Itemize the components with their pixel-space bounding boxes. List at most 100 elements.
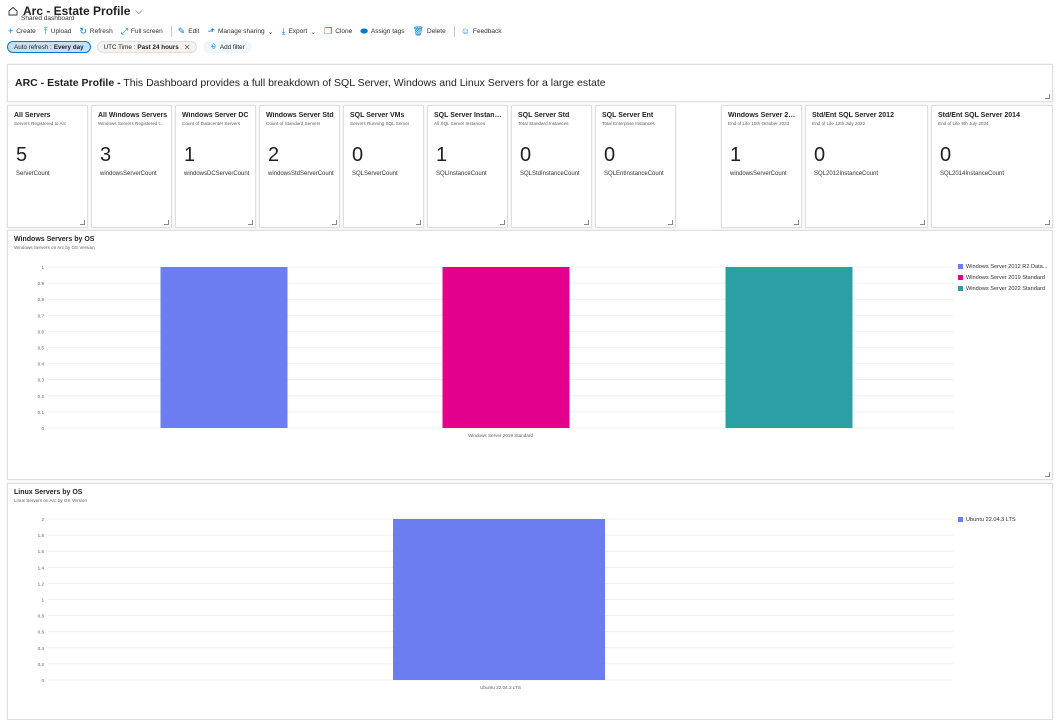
assign-tags-label: Assign tags bbox=[370, 28, 405, 35]
stat-subtitle: Windows Servers Registered t... bbox=[98, 121, 164, 126]
stat-tile[interactable]: Windows Server Std Count of Standard Serv… bbox=[259, 105, 340, 228]
legend-item[interactable]: Windows Server 2012 R2 Data... bbox=[958, 261, 1047, 272]
time-range-value: Past 24 hours bbox=[137, 43, 179, 51]
create-label: Create bbox=[16, 28, 36, 35]
plus-icon: + bbox=[8, 26, 14, 36]
legend-label: Ubuntu 22.04.3 LTS bbox=[966, 516, 1016, 523]
resize-handle[interactable] bbox=[332, 220, 337, 225]
bar[interactable] bbox=[160, 267, 288, 428]
assign-tags-button[interactable]: ⬬ Assign tags bbox=[360, 27, 404, 36]
stat-label: SQL2012InstanceCount bbox=[814, 171, 879, 177]
bar[interactable] bbox=[393, 519, 605, 680]
chevron-down-icon[interactable]: ⌵ bbox=[135, 6, 142, 17]
y-tick-label: 2 bbox=[41, 517, 44, 522]
chart-legend: Windows Server 2012 R2 Data... Windows Se… bbox=[958, 261, 1047, 294]
y-tick-label: 0.2 bbox=[38, 394, 45, 399]
stat-tile[interactable]: Windows Server DC Count of Datacenter Ser… bbox=[175, 105, 256, 228]
auto-refresh-pill[interactable]: Auto refresh : Every day bbox=[7, 41, 91, 53]
export-button[interactable]: ⤓ Export ⌄ bbox=[281, 27, 316, 36]
linux-servers-chart-tile: Linux Servers by OS Linux Servers on Arc… bbox=[7, 483, 1053, 720]
y-tick-label: 1.6 bbox=[38, 549, 45, 554]
resize-handle[interactable] bbox=[1045, 94, 1050, 99]
resize-handle[interactable] bbox=[500, 220, 505, 225]
resize-handle[interactable] bbox=[668, 220, 673, 225]
time-range-pill[interactable]: UTC Time : Past 24 hours ✕ bbox=[96, 41, 198, 53]
page-subtitle: Shared dashboard bbox=[21, 15, 75, 22]
stat-title: All Windows Servers bbox=[98, 112, 168, 119]
chevron-down-icon: ⌄ bbox=[267, 28, 274, 36]
resize-handle[interactable] bbox=[248, 220, 253, 225]
resize-handle[interactable] bbox=[920, 220, 925, 225]
markdown-text: ARC - Estate Profile - This Dashboard pr… bbox=[15, 77, 606, 89]
upload-label: Upload bbox=[50, 28, 72, 35]
stat-tile[interactable]: All Servers Servers Registered to Arc 5 Ser… bbox=[7, 105, 88, 228]
stat-tile[interactable]: Std/Ent SQL Server 2012 End of Life 12th … bbox=[805, 105, 928, 228]
clone-button[interactable]: ❐ Clone bbox=[324, 27, 352, 36]
y-tick-label: 1.4 bbox=[38, 565, 45, 570]
create-button[interactable]: + Create bbox=[8, 27, 36, 36]
stat-tile[interactable]: SQL Server VMs Servers Running SQL Server… bbox=[343, 105, 424, 228]
refresh-button[interactable]: ↻ Refresh bbox=[79, 27, 112, 36]
legend-item[interactable]: Windows Server 2019 Standard bbox=[958, 272, 1047, 283]
upload-button[interactable]: ⤒ Upload bbox=[44, 27, 72, 36]
stat-title: SQL Server Instances bbox=[434, 112, 505, 119]
resize-handle[interactable] bbox=[1045, 220, 1050, 225]
legend-item[interactable]: Ubuntu 22.04.3 LTS bbox=[958, 514, 1016, 525]
chevron-down-icon: ⌄ bbox=[310, 28, 317, 36]
filter-bar: Auto refresh : Every day UTC Time : Past… bbox=[7, 41, 252, 53]
y-tick-label: 0.1 bbox=[38, 410, 45, 415]
close-icon[interactable]: ✕ bbox=[184, 43, 191, 52]
stat-subtitle: Servers Running SQL Server bbox=[350, 121, 410, 126]
stat-tile[interactable]: Std/Ent SQL Server 2014 End of Life 9th J… bbox=[931, 105, 1053, 228]
trash-icon: 🗑 bbox=[412, 26, 424, 36]
feedback-button[interactable]: ☺ Feedback bbox=[461, 27, 502, 36]
stat-label: windowsServerCount bbox=[730, 171, 787, 177]
legend-item[interactable]: Windows Server 2022 Standard bbox=[958, 283, 1047, 294]
stat-title: SQL Server Ent bbox=[602, 112, 654, 119]
export-label: Export bbox=[288, 28, 308, 35]
delete-button[interactable]: 🗑 Delete bbox=[412, 27, 445, 36]
resize-handle[interactable] bbox=[584, 220, 589, 225]
resize-handle[interactable] bbox=[80, 220, 85, 225]
bar[interactable] bbox=[442, 267, 570, 428]
legend-label: Windows Server 2012 R2 Data... bbox=[966, 263, 1048, 270]
add-filter-button[interactable]: ⨮ Add filter bbox=[203, 41, 252, 53]
bar[interactable] bbox=[725, 267, 853, 428]
resize-handle[interactable] bbox=[164, 220, 169, 225]
y-tick-label: 0.8 bbox=[38, 297, 45, 302]
stat-value: 1 bbox=[436, 144, 448, 166]
manage-sharing-label: Manage sharing bbox=[217, 28, 265, 35]
stat-tile[interactable]: Windows Server 2012 End of Life 10th Octo… bbox=[721, 105, 802, 228]
y-tick-label: 0.9 bbox=[38, 281, 45, 286]
x-tick-label: Ubuntu 22.04.3 LTS bbox=[480, 685, 521, 690]
y-tick-label: 0.7 bbox=[38, 313, 45, 318]
manage-sharing-button[interactable]: ⬏ Manage sharing ⌄ bbox=[207, 27, 273, 36]
resize-handle[interactable] bbox=[1045, 472, 1050, 477]
stat-label: windowsServerCount bbox=[100, 171, 157, 177]
stat-subtitle: Count of Standard Servers bbox=[266, 121, 321, 126]
edit-button[interactable]: ✎ Edit bbox=[178, 27, 200, 36]
stat-tile[interactable]: All Windows Servers Windows Servers Regis… bbox=[91, 105, 172, 228]
stat-label: SQLServerCount bbox=[352, 171, 398, 177]
stat-label: SQL2014InstanceCount bbox=[940, 171, 1005, 177]
y-tick-label: 0.5 bbox=[38, 346, 45, 351]
resize-handle[interactable] bbox=[416, 220, 421, 225]
legend-swatch bbox=[958, 517, 963, 522]
stat-title: Std/Ent SQL Server 2012 bbox=[812, 112, 894, 119]
dashboard-icon bbox=[8, 6, 18, 16]
auto-refresh-value: Every day bbox=[53, 43, 84, 51]
share-icon: ⬏ bbox=[207, 26, 215, 36]
stat-tile[interactable]: SQL Server Ent Total Enterprise Instances… bbox=[595, 105, 676, 228]
chart-legend: Ubuntu 22.04.3 LTS bbox=[958, 514, 1016, 525]
stat-value: 0 bbox=[520, 144, 532, 166]
markdown-bold: ARC - Estate Profile - bbox=[15, 77, 121, 89]
copy-icon: ❐ bbox=[324, 26, 333, 36]
resize-handle[interactable] bbox=[794, 220, 799, 225]
stat-tile[interactable]: SQL Server Instances All SQL Server Insta… bbox=[427, 105, 508, 228]
clone-label: Clone bbox=[335, 28, 353, 35]
toolbar-divider bbox=[170, 26, 172, 37]
fullscreen-button[interactable]: ⤢ Full screen bbox=[121, 27, 163, 36]
markdown-body: This Dashboard provides a full breakdown… bbox=[120, 77, 606, 89]
windows-servers-bar-chart: 1 0.9 0.8 0.7 0.6 0.5 0.4 0.3 0.2 0.1 0 Windows Ser… bbox=[38, 265, 953, 438]
stat-tile[interactable]: SQL Server Std Total Standard Instances 0 S… bbox=[511, 105, 592, 228]
